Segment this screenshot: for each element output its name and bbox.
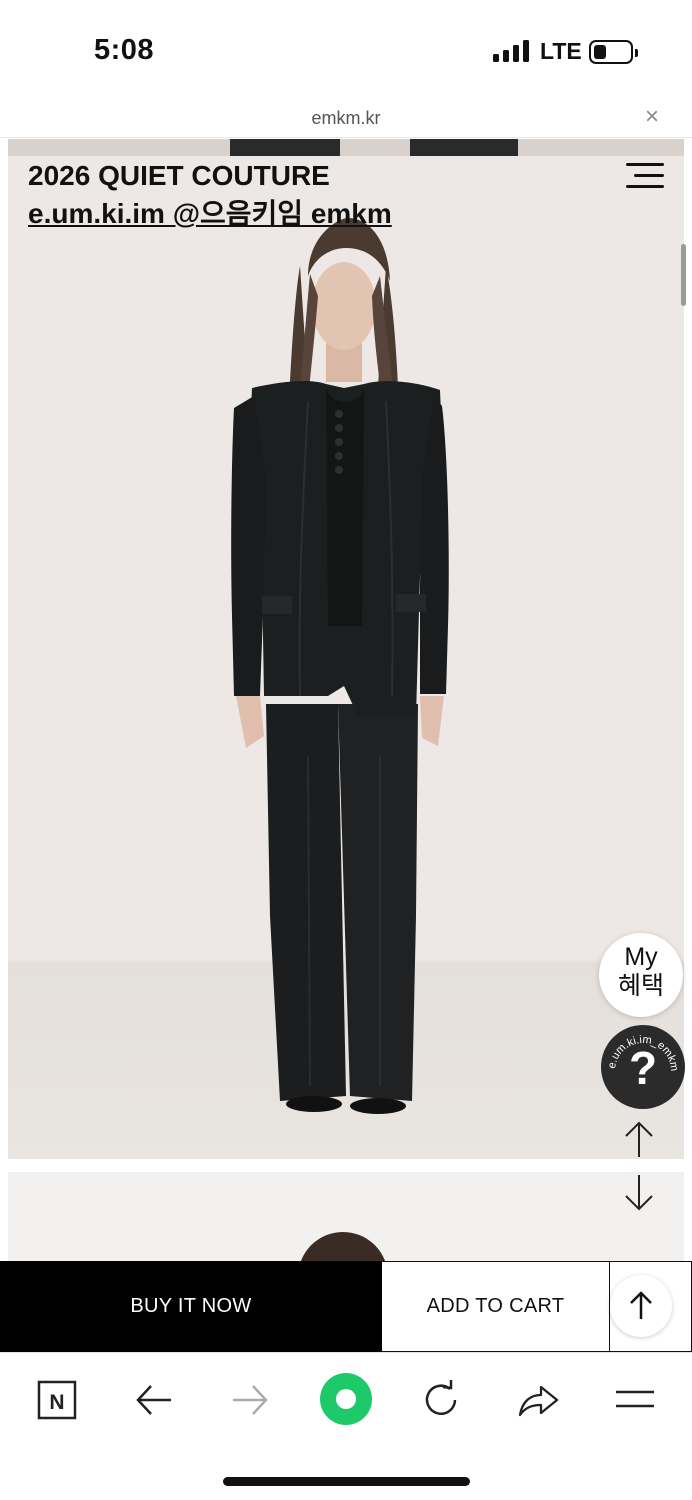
next-product-image[interactable] [8, 1172, 684, 1261]
close-icon[interactable]: × [645, 104, 659, 130]
scroll-down-arrow-icon[interactable] [622, 1173, 656, 1213]
share-icon[interactable] [513, 1375, 563, 1425]
naver-n-icon[interactable]: N [32, 1375, 82, 1425]
status-bar: 5:08 LTE [0, 0, 692, 100]
page-viewport[interactable]: 2026 QUIET COUTURE e.um.ki.im @으음키임 emkm… [0, 139, 692, 1261]
help-button[interactable]: e.um.ki.im_emkm ? [601, 1025, 685, 1109]
reload-icon[interactable] [416, 1375, 466, 1425]
hamburger-menu-icon[interactable] [624, 163, 664, 193]
add-to-cart-button[interactable]: ADD TO CART [382, 1261, 610, 1352]
scrollbar-thumb[interactable] [681, 244, 686, 306]
arrow-right-icon[interactable] [225, 1375, 275, 1425]
url-bar[interactable]: emkm.kr × [0, 100, 692, 138]
scroll-up-arrow-icon[interactable] [622, 1119, 656, 1159]
page-title: 2026 QUIET COUTURE [28, 160, 330, 191]
signal-icon [493, 40, 529, 62]
model-figure [231, 218, 449, 1114]
purchase-action-bar: BUY IT NOW ADD TO CART [0, 1261, 692, 1352]
buy-now-button[interactable]: BUY IT NOW [0, 1261, 382, 1352]
status-time: 5:08 [94, 34, 155, 66]
benefit-label-line2: 혜택 [617, 972, 664, 1000]
hamburger-icon[interactable] [610, 1375, 660, 1425]
battery-icon [589, 40, 638, 64]
green-circle-icon[interactable] [318, 1371, 374, 1427]
previous-product-image [8, 139, 684, 156]
network-label: LTE [540, 38, 582, 64]
home-indicator[interactable] [223, 1477, 470, 1486]
question-icon: ? [628, 1042, 658, 1094]
product-image[interactable] [8, 156, 684, 1159]
benefit-label-line1: My [624, 943, 658, 971]
arrow-left-icon[interactable] [129, 1375, 179, 1425]
brand-link[interactable]: e.um.ki.im @으음키임 emkm [28, 197, 392, 231]
svg-text:N: N [49, 1391, 64, 1414]
url-domain[interactable]: emkm.kr [0, 108, 692, 129]
arrow-up-icon [630, 1291, 652, 1319]
my-benefits-button[interactable]: My 혜택 [599, 933, 683, 1017]
scroll-to-top-button[interactable] [610, 1275, 672, 1337]
